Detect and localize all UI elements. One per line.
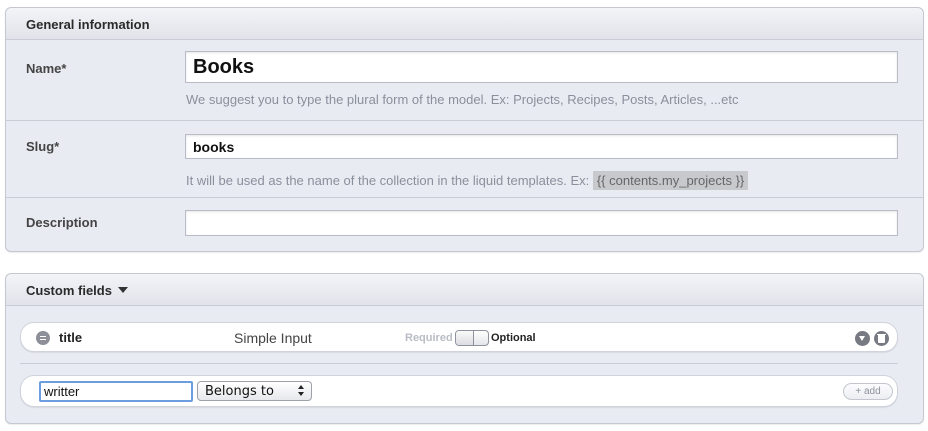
- description-field[interactable]: [185, 210, 898, 236]
- slug-label: Slug*: [26, 139, 60, 154]
- required-label: Required: [405, 332, 453, 344]
- name-hint: We suggest you to type the plural form o…: [186, 92, 739, 107]
- field-type-select[interactable]: Belongs to: [197, 381, 312, 401]
- required-toggle[interactable]: [455, 330, 489, 346]
- description-label: Description: [26, 215, 98, 230]
- caret-down-icon[interactable]: [118, 287, 128, 293]
- name-label: Name*: [26, 61, 67, 76]
- optional-label: Optional: [491, 332, 536, 344]
- name-row: Name* We suggest you to type the plural …: [6, 41, 923, 121]
- select-arrows-icon: [298, 385, 305, 397]
- name-field[interactable]: [185, 51, 898, 83]
- custom-field-row: title Simple Input Required Optional: [20, 322, 898, 352]
- new-field-name-input[interactable]: [39, 381, 193, 402]
- slug-hint-code: {{ contents.my_projects }}: [592, 171, 749, 190]
- description-row: Description: [6, 198, 923, 252]
- drag-handle-icon[interactable]: [36, 331, 50, 345]
- general-information-panel: General information Name* We suggest you…: [5, 7, 924, 252]
- trash-icon[interactable]: [874, 331, 889, 346]
- add-field-button[interactable]: + add: [843, 383, 893, 400]
- slug-field[interactable]: [185, 134, 898, 159]
- divider: [20, 363, 898, 364]
- slug-row: Slug* It will be used as the name of the…: [6, 121, 923, 198]
- slug-hint: It will be used as the name of the colle…: [186, 171, 749, 190]
- panel-title: General information: [26, 17, 150, 32]
- general-information-header: General information: [6, 8, 923, 40]
- toggle-knob: [456, 331, 474, 345]
- panel-title: Custom fields: [26, 283, 112, 298]
- custom-fields-header[interactable]: Custom fields: [6, 274, 923, 306]
- field-name[interactable]: title: [59, 330, 82, 345]
- slug-hint-text: It will be used as the name of the colle…: [186, 173, 593, 188]
- chevron-down-icon[interactable]: [855, 331, 870, 346]
- field-type-selected: Belongs to: [205, 384, 274, 399]
- field-type: Simple Input: [234, 330, 312, 346]
